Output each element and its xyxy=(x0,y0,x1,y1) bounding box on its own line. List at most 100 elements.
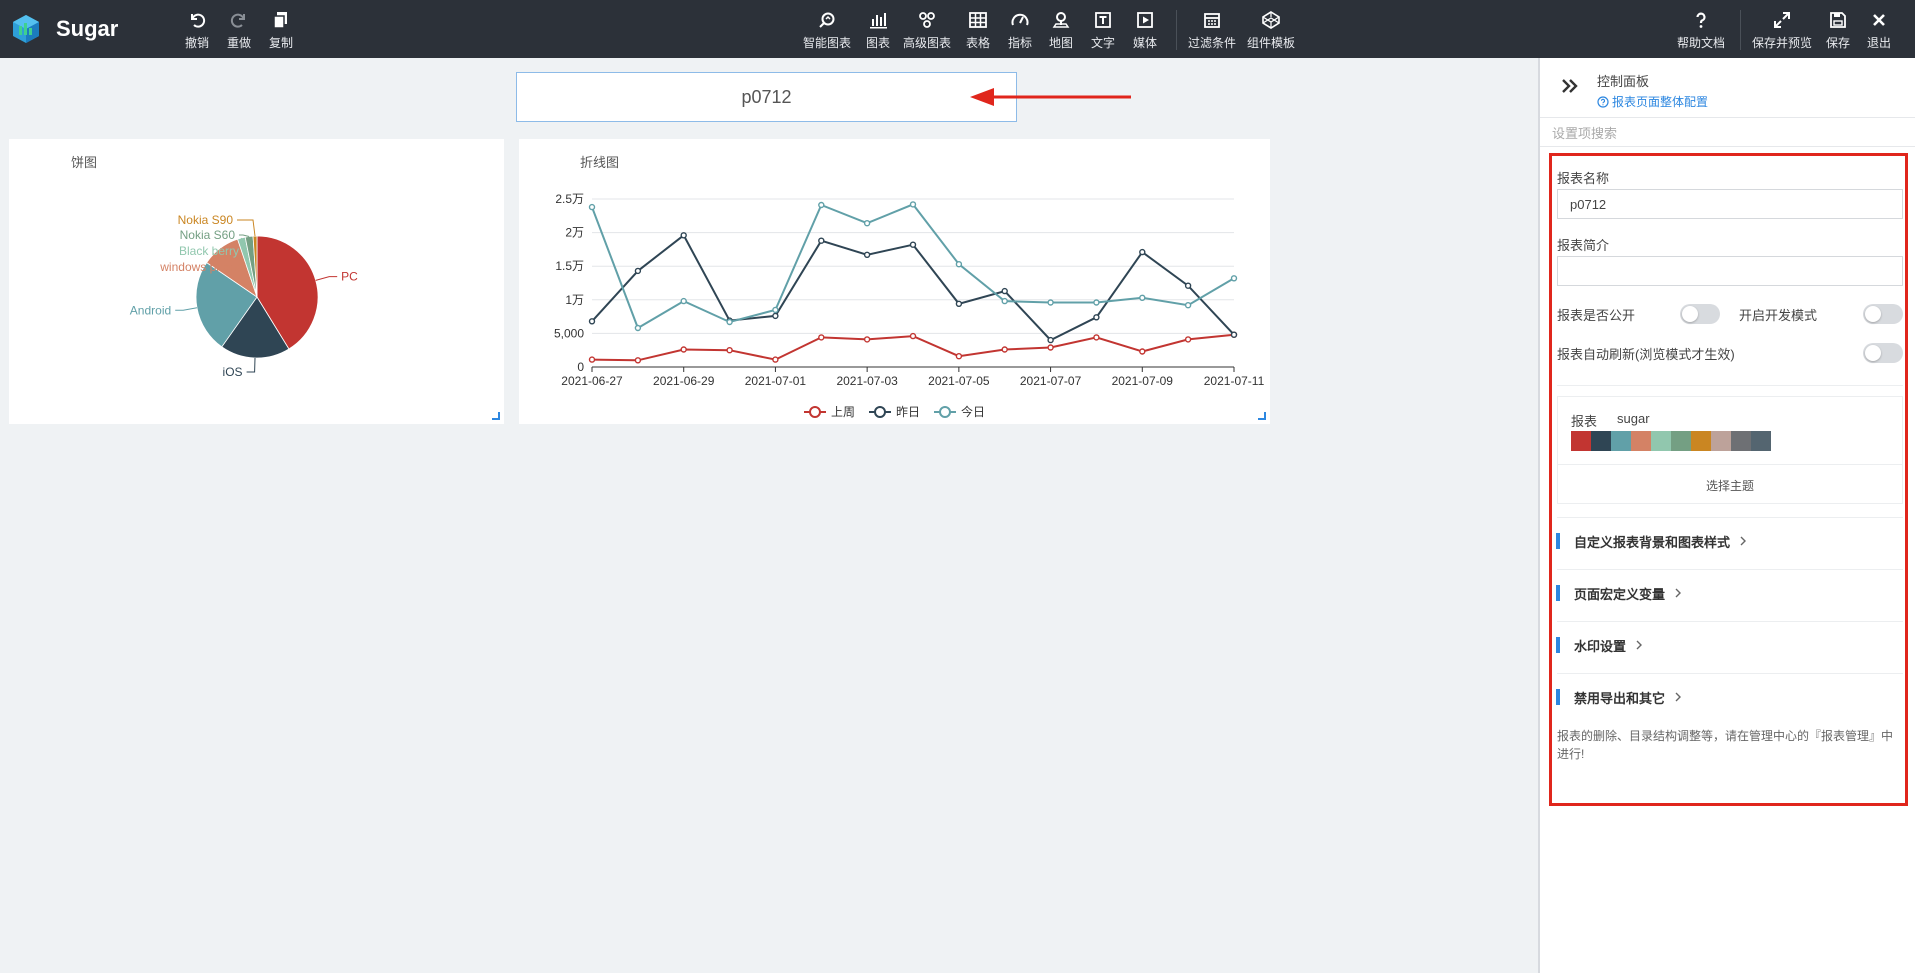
series-point[interactable] xyxy=(772,306,779,314)
text-button[interactable]: 文字 xyxy=(1091,10,1115,51)
report-name-input[interactable] xyxy=(1557,189,1903,219)
public-label: 报表是否公开 xyxy=(1557,308,1636,323)
series-point[interactable] xyxy=(1139,248,1146,256)
series-point[interactable] xyxy=(955,260,963,268)
legend-label[interactable]: 今日 xyxy=(961,404,985,419)
series-point[interactable] xyxy=(818,237,825,244)
series-line xyxy=(591,233,1235,342)
section-disable-export[interactable]: 禁用导出和其它 xyxy=(1556,686,1903,708)
series-point[interactable] xyxy=(634,357,642,364)
series-point[interactable] xyxy=(909,332,917,340)
series-point[interactable] xyxy=(588,356,596,363)
series-point[interactable] xyxy=(863,219,871,227)
divider xyxy=(1558,464,1902,465)
map-button[interactable]: 地图 xyxy=(1049,10,1073,51)
table-button[interactable]: 表格 xyxy=(966,10,990,51)
series-point[interactable] xyxy=(1001,346,1008,353)
series-point[interactable] xyxy=(680,346,687,353)
series-point[interactable] xyxy=(955,352,963,360)
series-point[interactable] xyxy=(634,267,642,275)
series-point[interactable] xyxy=(1001,297,1008,305)
media-label: 媒体 xyxy=(1133,36,1158,50)
series-point[interactable] xyxy=(1230,275,1238,282)
series-point[interactable] xyxy=(588,203,596,211)
series-point[interactable] xyxy=(588,318,596,325)
series-point[interactable] xyxy=(1093,314,1100,321)
undo-button[interactable]: 撤销 xyxy=(185,10,209,51)
save-preview-label: 保存并预览 xyxy=(1752,36,1813,50)
double-chevron-right-icon[interactable] xyxy=(1560,76,1580,96)
series-point[interactable] xyxy=(726,318,733,326)
chart-button[interactable]: 图表 xyxy=(866,10,890,51)
series-point[interactable] xyxy=(909,241,917,248)
series-point[interactable] xyxy=(1230,331,1238,338)
series-point[interactable] xyxy=(1139,348,1146,355)
series-point[interactable] xyxy=(1047,344,1054,351)
series-point[interactable] xyxy=(772,356,779,363)
legend-label[interactable]: 昨日 xyxy=(896,405,920,419)
series-point[interactable] xyxy=(726,346,733,354)
save-button[interactable]: 保存 xyxy=(1826,10,1850,51)
table-label: 表格 xyxy=(966,36,991,50)
pie-chart-panel[interactable]: 饼图 PC iOS Android windows phone Black berry N… xyxy=(9,139,504,424)
pie-slice-label: PC xyxy=(341,270,358,284)
series-point[interactable] xyxy=(818,334,825,341)
theme-card: 报表 sugar 选择主题 xyxy=(1557,396,1903,504)
report-config-link[interactable]: 报表页面整体配置 xyxy=(1597,93,1708,110)
series-point[interactable] xyxy=(863,251,871,259)
public-toggle[interactable] xyxy=(1680,304,1720,324)
series-point[interactable] xyxy=(1184,336,1192,343)
series-point[interactable] xyxy=(1184,301,1192,309)
series-point[interactable] xyxy=(863,336,871,343)
series-point[interactable] xyxy=(772,312,779,320)
resize-handle[interactable] xyxy=(492,412,500,420)
series-point[interactable] xyxy=(909,201,917,208)
auto-refresh-toggle[interactable] xyxy=(1863,343,1903,363)
series-point[interactable] xyxy=(1001,287,1008,295)
series-point[interactable] xyxy=(680,297,687,305)
series-point[interactable] xyxy=(955,300,963,308)
line-chart-panel[interactable]: 折线图 0 5,000 1万 1.5万 2万 2.5万 2021-06-27 2021-06-… xyxy=(519,139,1270,424)
exit-button[interactable]: 退出 xyxy=(1867,10,1891,51)
legend-label[interactable]: 上周 xyxy=(831,405,855,419)
redo-button[interactable]: 重做 xyxy=(227,10,251,51)
legend-marker[interactable] xyxy=(874,406,886,418)
indicator-button[interactable]: 指标 xyxy=(1008,10,1032,51)
series-point[interactable] xyxy=(1184,282,1192,289)
section-custom-style[interactable]: 自定义报表背景和图表样式 xyxy=(1556,530,1903,552)
save-preview-button[interactable]: 保存并预览 xyxy=(1752,10,1812,51)
filter-button[interactable]: 过滤条件 xyxy=(1188,10,1236,51)
report-intro-input[interactable] xyxy=(1557,256,1903,286)
report-title-box[interactable]: p0712 xyxy=(516,72,1017,122)
legend-marker[interactable] xyxy=(939,406,951,418)
theme-color-swatch xyxy=(1631,431,1651,451)
copy-icon xyxy=(273,12,287,29)
text-icon xyxy=(1095,12,1111,28)
resize-handle[interactable] xyxy=(1258,412,1266,420)
choose-theme-button[interactable]: 选择主题 xyxy=(1558,477,1902,494)
legend-marker[interactable] xyxy=(809,406,821,418)
copy-button[interactable]: 复制 xyxy=(269,10,293,51)
pie-slice-label: iOS xyxy=(223,365,243,379)
smart-chart-label: 智能图表 xyxy=(803,36,852,50)
filter-calendar-icon xyxy=(1204,13,1220,28)
series-point[interactable] xyxy=(1093,299,1100,306)
media-button[interactable]: 媒体 xyxy=(1133,10,1157,51)
section-macro-variables[interactable]: 页面宏定义变量 xyxy=(1556,582,1903,604)
series-point[interactable] xyxy=(818,201,825,209)
series-point[interactable] xyxy=(634,324,642,332)
series-point[interactable] xyxy=(1093,334,1100,341)
component-template-button[interactable]: 组件模板 xyxy=(1247,10,1295,51)
series-point[interactable] xyxy=(1139,294,1146,302)
brand[interactable]: Sugar xyxy=(10,12,118,46)
theme-color-swatch xyxy=(1711,431,1731,451)
section-watermark[interactable]: 水印设置 xyxy=(1556,634,1903,656)
help-button[interactable]: 帮助文档 xyxy=(1677,10,1725,51)
advanced-chart-button[interactable]: 高级图表 xyxy=(903,10,951,51)
series-point[interactable] xyxy=(1047,336,1054,344)
dev-mode-toggle[interactable] xyxy=(1863,304,1903,324)
smart-chart-button[interactable]: 智能图表 xyxy=(803,10,851,51)
series-point[interactable] xyxy=(1047,299,1054,306)
settings-search-input[interactable] xyxy=(1552,123,1902,143)
series-point[interactable] xyxy=(680,232,687,239)
